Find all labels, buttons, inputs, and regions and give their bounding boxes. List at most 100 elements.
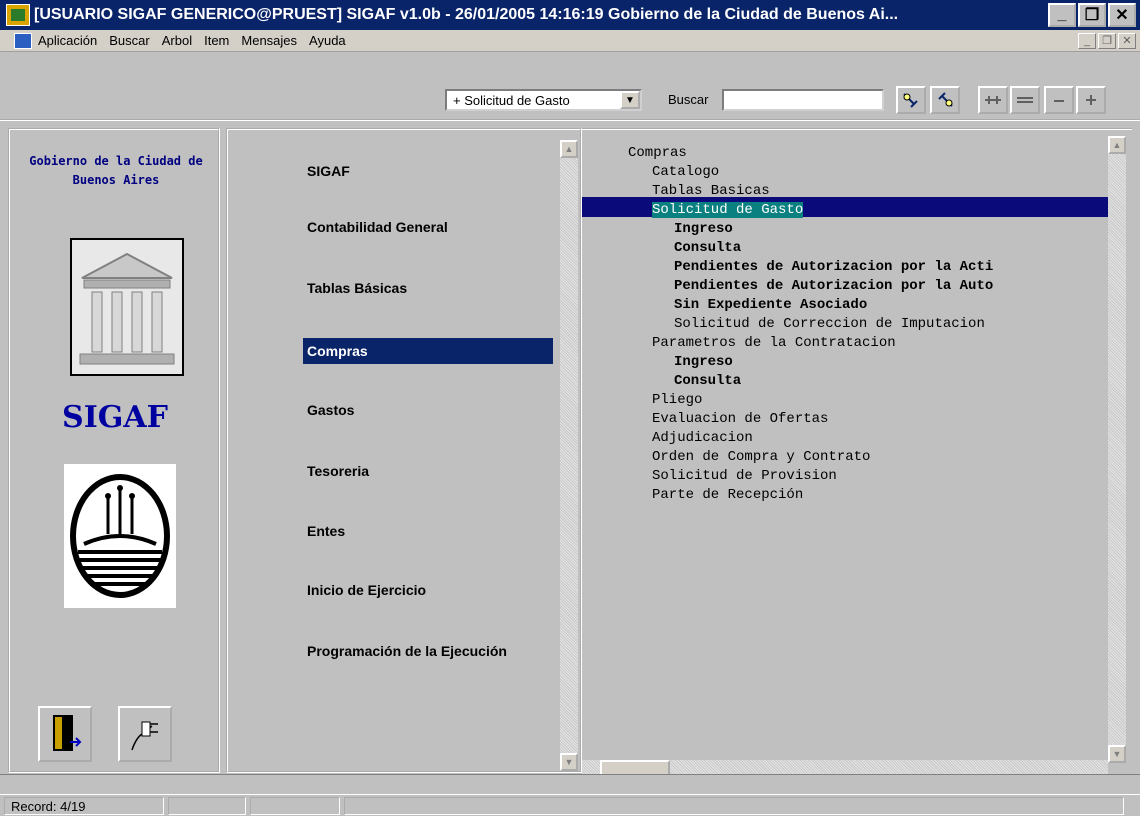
menu-bar: Aplicación Buscar Arbol Item Mensajes Ay… bbox=[0, 30, 1140, 52]
app-logo-text: SIGAF bbox=[62, 400, 168, 435]
tree-item[interactable]: Pendientes de Autorizacion por la Acti bbox=[582, 258, 1110, 277]
tree-item-label: Consulta bbox=[674, 240, 742, 256]
tree-item-label: Compras bbox=[628, 145, 687, 161]
tree-item-label: Tablas Basicas bbox=[652, 183, 770, 199]
tree-item[interactable]: Pendientes de Autorizacion por la Auto bbox=[582, 277, 1110, 296]
minimize-button[interactable]: _ bbox=[1048, 3, 1076, 27]
nav-item-tesoreria[interactable]: Tesoreria bbox=[303, 458, 553, 484]
find-next-button[interactable] bbox=[896, 86, 926, 114]
menu-aplicacion[interactable]: Aplicación bbox=[38, 33, 97, 48]
mdi-minimize-button[interactable]: _ bbox=[1078, 32, 1096, 49]
tree-item[interactable]: Ingreso bbox=[582, 353, 1110, 372]
expand-all-button[interactable] bbox=[978, 86, 1008, 114]
mdi-restore-button[interactable]: ❐ bbox=[1098, 32, 1116, 49]
mdi-close-button[interactable]: ✕ bbox=[1118, 32, 1136, 49]
menu-ayuda[interactable]: Ayuda bbox=[309, 33, 346, 48]
tree-item[interactable]: Consulta bbox=[582, 372, 1110, 391]
chevron-down-icon[interactable]: ▼ bbox=[620, 91, 640, 109]
message-line bbox=[0, 774, 1140, 792]
nav-item-contabilidad[interactable]: Contabilidad General bbox=[303, 214, 553, 240]
status-cell bbox=[250, 797, 340, 815]
tree-item-label: Catalogo bbox=[652, 164, 720, 180]
nav-item-gastos[interactable]: Gastos bbox=[303, 397, 553, 423]
restore-button[interactable]: ❐ bbox=[1078, 3, 1106, 27]
title-bar: [USUARIO SIGAF GENERICO@PRUEST] SIGAF v1… bbox=[0, 0, 1140, 30]
nav-item-entes[interactable]: Entes bbox=[303, 518, 553, 544]
left-panel: Gobierno de la Ciudad de Buenos Aires SI… bbox=[8, 128, 220, 773]
tree-item[interactable]: Ingreso bbox=[582, 220, 1110, 239]
scroll-down-icon[interactable]: ▼ bbox=[1108, 745, 1126, 763]
status-cell bbox=[168, 797, 246, 815]
tree-item[interactable]: Sin Expediente Asociado bbox=[582, 296, 1110, 315]
find-prev-button[interactable] bbox=[930, 86, 960, 114]
scroll-up-icon[interactable]: ▲ bbox=[1108, 136, 1126, 154]
building-logo bbox=[70, 238, 184, 376]
document-icon[interactable] bbox=[14, 32, 32, 49]
scroll-down-icon[interactable]: ▼ bbox=[560, 753, 578, 771]
window-title: [USUARIO SIGAF GENERICO@PRUEST] SIGAF v1… bbox=[34, 6, 899, 23]
tree-item[interactable]: Tablas Basicas bbox=[582, 182, 1110, 201]
node-select[interactable]: + Solicitud de Gasto ▼ bbox=[445, 89, 642, 111]
nav-scrollbar[interactable]: ▲ ▼ bbox=[560, 140, 578, 771]
tree-item[interactable]: Orden de Compra y Contrato bbox=[582, 448, 1110, 467]
search-down-icon bbox=[903, 93, 918, 108]
tree-item[interactable]: Adjudicacion bbox=[582, 429, 1110, 448]
tree-item[interactable]: Evaluacion de Ofertas bbox=[582, 410, 1110, 429]
minus-icon bbox=[1054, 100, 1064, 102]
expand-button[interactable] bbox=[1076, 86, 1106, 114]
tree-item-label: Ingreso bbox=[674, 354, 733, 370]
tree-item[interactable]: Solicitud de Gasto bbox=[582, 201, 1110, 220]
status-bar: Record: 4/19 bbox=[0, 794, 1140, 816]
tree-item-label: Sin Expediente Asociado bbox=[674, 297, 868, 313]
tree-item-label: Pendientes de Autorizacion por la Auto bbox=[674, 278, 994, 294]
tree-item[interactable]: Compras bbox=[582, 144, 1110, 163]
tree-vertical-scrollbar[interactable]: ▲ ▼ bbox=[1108, 136, 1126, 763]
status-cell bbox=[344, 797, 1124, 815]
tree-item[interactable]: Pliego bbox=[582, 391, 1110, 410]
tree-item-label: Pendientes de Autorizacion por la Acti bbox=[674, 259, 994, 275]
collapse-button[interactable] bbox=[1044, 86, 1074, 114]
expand-all-icon bbox=[985, 96, 1001, 104]
city-seal-logo bbox=[64, 464, 176, 608]
tree-item[interactable]: Consulta bbox=[582, 239, 1110, 258]
plus-icon bbox=[1086, 95, 1096, 105]
scroll-up-icon[interactable]: ▲ bbox=[560, 140, 578, 158]
plug-icon bbox=[131, 721, 158, 751]
tree-item-label: Solicitud de Provision bbox=[652, 468, 837, 484]
nav-item-tablas-basicas[interactable]: Tablas Básicas bbox=[303, 275, 553, 301]
tree-item-label: Adjudicacion bbox=[652, 430, 753, 446]
search-input[interactable] bbox=[722, 89, 884, 111]
nav-item-sigaf[interactable]: SIGAF bbox=[303, 158, 553, 184]
organization-name: Gobierno de la Ciudad de Buenos Aires bbox=[29, 154, 203, 187]
menu-buscar[interactable]: Buscar bbox=[109, 33, 149, 48]
nav-item-programacion[interactable]: Programación de la Ejecución bbox=[303, 638, 553, 664]
tree-item-label: Solicitud de Gasto bbox=[652, 202, 804, 218]
tree-item[interactable]: Solicitud de Correccion de Imputacion bbox=[582, 315, 1110, 334]
search-up-icon bbox=[938, 92, 953, 107]
menu-arbol[interactable]: Arbol bbox=[162, 33, 192, 48]
exit-door-icon bbox=[53, 715, 82, 751]
tree-item-label: Parte de Recepción bbox=[652, 487, 804, 503]
nav-item-inicio-ejercicio[interactable]: Inicio de Ejercicio bbox=[303, 577, 553, 603]
nav-item-compras[interactable]: Compras bbox=[303, 338, 553, 364]
exit-button[interactable] bbox=[38, 706, 92, 762]
tree-item-label: Parametros de la Contratacion bbox=[652, 335, 896, 351]
collapse-all-button[interactable] bbox=[1010, 86, 1040, 114]
toolbar: + Solicitud de Gasto ▼ Buscar bbox=[0, 53, 1140, 121]
node-select-value: + Solicitud de Gasto bbox=[453, 92, 570, 108]
tree-item[interactable]: Parametros de la Contratacion bbox=[582, 334, 1110, 353]
collapse-all-icon bbox=[1017, 97, 1033, 103]
tree-item[interactable]: Solicitud de Provision bbox=[582, 467, 1110, 486]
tree-item-label: Ingreso bbox=[674, 221, 733, 237]
app-icon bbox=[6, 4, 30, 26]
tree-item[interactable]: Catalogo bbox=[582, 163, 1110, 182]
connect-button[interactable] bbox=[118, 706, 172, 762]
menu-tree-panel: Compras Catalogo Tablas Basicas Solicitud d… bbox=[582, 128, 1132, 776]
tree-item[interactable]: Parte de Recepción bbox=[582, 486, 1110, 505]
close-button[interactable]: ✕ bbox=[1108, 3, 1136, 27]
module-nav-panel: SIGAF Contabilidad General Tablas Básica… bbox=[226, 128, 582, 773]
menu-mensajes[interactable]: Mensajes bbox=[241, 33, 297, 48]
menu-item[interactable]: Item bbox=[204, 33, 229, 48]
tree-item-label: Evaluacion de Ofertas bbox=[652, 411, 829, 427]
tree-item-label: Orden de Compra y Contrato bbox=[652, 449, 871, 465]
